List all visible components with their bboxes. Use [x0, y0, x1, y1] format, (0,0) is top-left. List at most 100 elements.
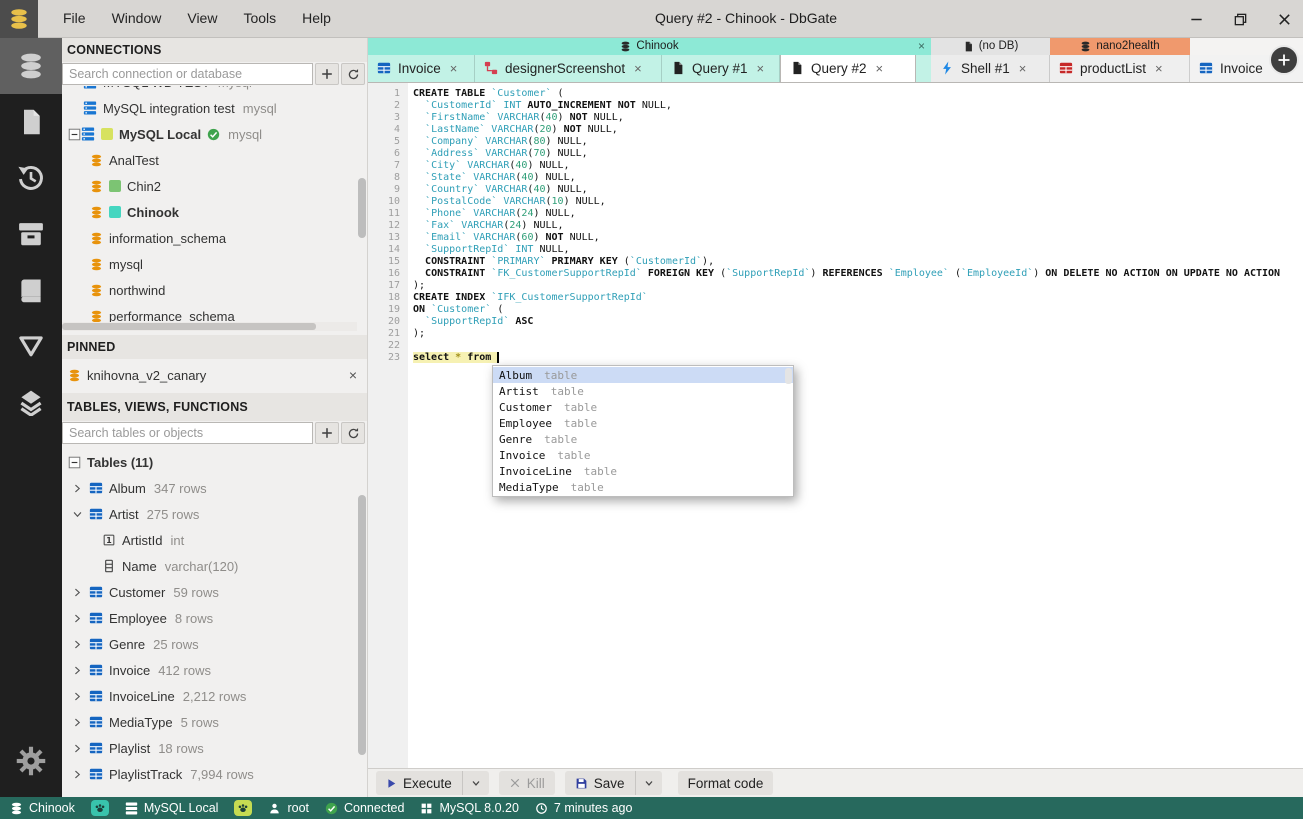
tab-close-icon[interactable]: ×	[450, 61, 458, 76]
table-playlisttrack[interactable]: PlaylistTrack 7,994 rows	[62, 761, 367, 787]
database-northwind[interactable]: northwind	[62, 277, 367, 303]
refresh-connections-button[interactable]	[341, 63, 365, 85]
table-employee[interactable]: Employee 8 rows	[62, 605, 367, 631]
chevron-right-icon[interactable]	[72, 639, 83, 650]
format-code-button[interactable]: Format code	[677, 771, 774, 795]
sql-editor[interactable]: 1 CREATE TABLE `Customer` (2 `CustomerId`…	[368, 83, 1303, 768]
chevron-right-icon[interactable]	[72, 665, 83, 676]
execute-dropdown-button[interactable]	[461, 771, 489, 795]
autocomplete-item-artist[interactable]: Artist table	[493, 383, 793, 399]
chevron-right-icon[interactable]	[72, 717, 83, 728]
autocomplete-item-customer[interactable]: Customer table	[493, 399, 793, 415]
connections-search-input[interactable]	[62, 63, 313, 85]
autocomplete-scrollbar-thumb[interactable]	[785, 368, 792, 384]
database-analtest[interactable]: AnalTest	[62, 147, 367, 173]
row-count: 2,212 rows	[182, 688, 247, 704]
tab-close-icon[interactable]: ×	[634, 61, 642, 76]
menu-window[interactable]: Window	[99, 0, 175, 37]
hscrollbar-thumb[interactable]	[62, 323, 316, 330]
database-chinook[interactable]: Chinook	[62, 199, 367, 225]
chevron-right-icon[interactable]	[72, 483, 83, 494]
chevron-right-icon[interactable]	[72, 613, 83, 624]
connections-hscrollbar[interactable]	[62, 322, 357, 331]
menu-help[interactable]: Help	[289, 0, 344, 37]
execute-button[interactable]: Execute	[376, 771, 462, 795]
table-customer[interactable]: Customer 59 rows	[62, 579, 367, 605]
pinned-knihovna-v2-canary[interactable]: knihovna_v2_canary ×	[62, 361, 367, 389]
activity-gear-icon[interactable]	[0, 733, 62, 789]
table-album[interactable]: Album 347 rows	[62, 475, 367, 501]
activity-history-icon[interactable]	[0, 150, 62, 206]
database-mysql[interactable]: mysql	[62, 251, 367, 277]
tables-search-input[interactable]	[62, 422, 313, 444]
tables-root[interactable]: Tables (11)	[62, 449, 367, 475]
tab-group-header[interactable]: Chinook ×	[368, 38, 931, 55]
database-chin2[interactable]: Chin2	[62, 173, 367, 199]
chevron-right-icon[interactable]	[72, 691, 83, 702]
tab-invoice[interactable]: Invoice ×	[368, 54, 475, 82]
tab-close-icon[interactable]: ×	[876, 61, 884, 76]
column-artistid[interactable]: 1 ArtistId int	[62, 527, 367, 553]
collapse-box-icon[interactable]	[68, 128, 81, 141]
table-artist[interactable]: Artist 275 rows	[62, 501, 367, 527]
tab-group-header[interactable]: nano2health	[1050, 38, 1190, 55]
table-genre[interactable]: Genre 25 rows	[62, 631, 367, 657]
connection-mysql-wd-test[interactable]: MYSQL WD TEST mysql	[62, 86, 367, 95]
chevron-down-icon[interactable]	[72, 509, 83, 520]
column-name[interactable]: Name varchar(120)	[62, 553, 367, 579]
autocomplete-item-mediatype[interactable]: MediaType table	[493, 479, 793, 495]
collapse-box-icon[interactable]	[68, 456, 81, 469]
activity-archive-icon[interactable]	[0, 206, 62, 262]
activity-file-icon[interactable]	[0, 94, 62, 150]
connection-mysql-local[interactable]: MySQL Local mysql	[62, 121, 367, 147]
database-information-schema[interactable]: information_schema	[62, 225, 367, 251]
tab-close-icon[interactable]: ×	[1155, 61, 1163, 76]
save-dropdown-button[interactable]	[634, 771, 662, 795]
chevron-right-icon[interactable]	[72, 743, 83, 754]
restore-button[interactable]	[1229, 8, 1251, 30]
menu-view[interactable]: View	[174, 0, 230, 37]
table-invoice[interactable]: Invoice 412 rows	[62, 657, 367, 683]
close-button[interactable]	[1273, 8, 1295, 30]
tab-designerscreenshot[interactable]: designerScreenshot ×	[475, 54, 662, 82]
autocomplete-item-invoiceline[interactable]: InvoiceLine table	[493, 463, 793, 479]
tab-close-icon[interactable]: ×	[1019, 61, 1027, 76]
group-close-icon[interactable]: ×	[918, 39, 925, 53]
kill-button[interactable]: Kill	[498, 771, 555, 795]
connection-mysql-integration-test[interactable]: MySQL integration test mysql	[62, 95, 367, 121]
chevron-right-icon[interactable]	[72, 587, 83, 598]
line-number: 15	[387, 256, 400, 267]
table-mediatype[interactable]: MediaType 5 rows	[62, 709, 367, 735]
tab-group-tabs: productList ×	[1050, 54, 1190, 82]
activity-triangle-icon[interactable]	[0, 318, 62, 374]
unpin-close-icon[interactable]: ×	[345, 367, 361, 383]
connections-scrollbar-thumb[interactable]	[358, 178, 366, 238]
table-playlist[interactable]: Playlist 18 rows	[62, 735, 367, 761]
tab-query-1[interactable]: Query #1 ×	[662, 54, 780, 82]
new-tab-button[interactable]	[1269, 44, 1299, 75]
tab-shell-1[interactable]: Shell #1 ×	[931, 54, 1050, 82]
db-color-swatch	[109, 206, 121, 218]
minimize-button[interactable]	[1185, 8, 1207, 30]
menu-tools[interactable]: Tools	[230, 0, 289, 37]
activity-database-icon[interactable]	[0, 38, 62, 94]
label: Playlist	[109, 740, 151, 756]
table-invoiceline[interactable]: InvoiceLine 2,212 rows	[62, 683, 367, 709]
activity-book-icon[interactable]	[0, 262, 62, 318]
tab-query-2[interactable]: Query #2 ×	[780, 54, 916, 82]
save-button[interactable]: Save	[564, 771, 635, 795]
chevron-right-icon[interactable]	[72, 769, 83, 780]
autocomplete-item-genre[interactable]: Genre table	[493, 431, 793, 447]
tab-group-header[interactable]: (no DB)	[931, 38, 1050, 55]
menu-file[interactable]: File	[50, 0, 99, 37]
autocomplete-item-album[interactable]: Album table	[493, 367, 793, 383]
tables-scrollbar-thumb[interactable]	[358, 495, 366, 755]
tab-productlist[interactable]: productList ×	[1050, 54, 1190, 82]
activity-layers-icon[interactable]	[0, 374, 62, 430]
autocomplete-item-employee[interactable]: Employee table	[493, 415, 793, 431]
autocomplete-item-invoice[interactable]: Invoice table	[493, 447, 793, 463]
add-table-button[interactable]	[315, 422, 339, 444]
refresh-tables-button[interactable]	[341, 422, 365, 444]
tab-close-icon[interactable]: ×	[757, 61, 765, 76]
add-connection-button[interactable]	[315, 63, 339, 85]
